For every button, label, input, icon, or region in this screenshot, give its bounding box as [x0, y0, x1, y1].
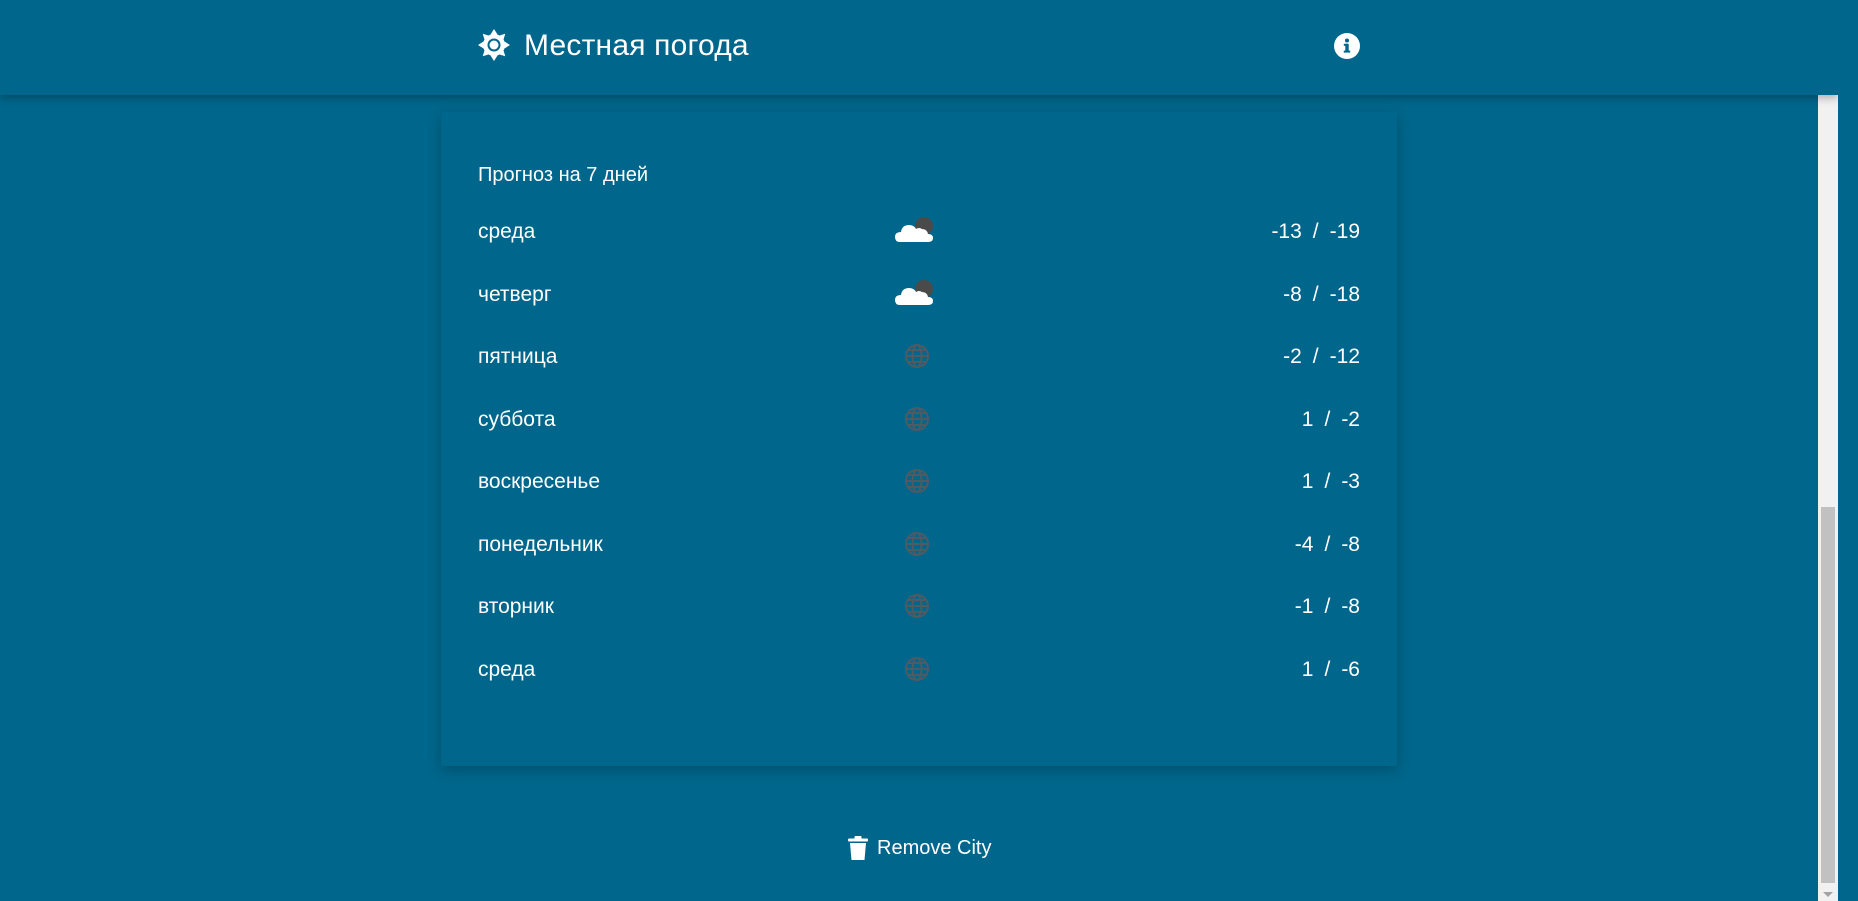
temp-high: -8 [1283, 282, 1302, 306]
forecast-row: среда 1 / -6 [478, 656, 1360, 719]
forecast-card: Прогноз на 7 дней среда -13 / -19 четверг -8 /… [441, 112, 1397, 766]
forecast-day-name: понедельник [478, 532, 603, 556]
forecast-temperatures: -4 / -8 [1295, 531, 1360, 559]
forecast-day-name: пятница [478, 345, 558, 368]
forecast-day-name: воскресенье [478, 470, 601, 493]
temp-low: -2 [1341, 407, 1360, 431]
forecast-row: пятница -2 / -12 [478, 343, 1360, 406]
sun-gear-icon [478, 29, 510, 61]
forecast-title: Прогноз на 7 дней [478, 164, 648, 186]
temp-separator: / [1324, 657, 1331, 681]
temp-separator: / [1324, 595, 1331, 618]
temp-low: -18 [1329, 282, 1360, 306]
globe-icon [905, 406, 929, 431]
cloud-night-icon [895, 279, 933, 305]
remove-city-label: Remove City [877, 837, 992, 859]
temp-high: 1 [1301, 407, 1314, 431]
temp-separator: / [1324, 470, 1331, 493]
temp-high: -4 [1294, 532, 1314, 556]
temp-low: -8 [1341, 532, 1360, 556]
forecast-day-name: вторник [478, 595, 554, 618]
temp-high: -13 [1271, 220, 1302, 243]
forecast-temperatures: 1 / -3 [1302, 468, 1360, 496]
remove-city-button[interactable]: Remove City [848, 834, 991, 862]
forecast-temperatures: -2 / -12 [1283, 343, 1360, 371]
forecast-day-name: суббота [478, 407, 556, 431]
temp-low: -12 [1329, 345, 1360, 368]
temp-low: -3 [1341, 470, 1360, 493]
globe-icon [905, 656, 929, 681]
header-inner: Местная погода [478, 0, 1360, 95]
app-header: Местная погода [0, 0, 1838, 95]
scrollbar-thumb[interactable] [1821, 507, 1835, 883]
temp-separator: / [1324, 407, 1331, 431]
globe-icon [905, 344, 929, 368]
globe-icon [905, 531, 929, 556]
temp-low: -6 [1341, 657, 1360, 681]
forecast-day-name: среда [478, 220, 536, 243]
forecast-row: понедельник -4 / -8 [478, 531, 1360, 594]
temp-low: -19 [1329, 220, 1360, 243]
trash-icon [848, 836, 868, 860]
forecast-day-name: среда [478, 657, 536, 681]
temp-separator: / [1312, 282, 1319, 306]
temp-high: -1 [1294, 595, 1314, 618]
temp-high: 1 [1301, 657, 1314, 681]
scroll-down-arrow-icon[interactable] [1823, 892, 1833, 897]
forecast-temperatures: 1 / -6 [1302, 656, 1360, 684]
forecast-row: воскресенье 1 / -3 [478, 468, 1360, 531]
globe-icon [905, 469, 929, 493]
forecast-day-name: четверг [478, 282, 552, 306]
forecast-temperatures: -8 / -18 [1283, 281, 1360, 309]
forecast-row: суббота 1 / -2 [478, 406, 1360, 469]
info-icon[interactable] [1334, 33, 1360, 59]
app-title: Местная погода [524, 29, 749, 62]
forecast-temperatures: -1 / -8 [1295, 593, 1360, 621]
temp-separator: / [1312, 345, 1319, 368]
forecast-row: вторник -1 / -8 [478, 593, 1360, 656]
temp-low: -8 [1341, 595, 1360, 618]
forecast-row: четверг -8 / -18 [478, 279, 1360, 344]
app-viewport: Местная погода Прогноз на 7 дней среда -1… [0, 0, 1838, 901]
cloud-night-icon [895, 217, 933, 242]
vertical-scrollbar[interactable] [1818, 0, 1838, 901]
temp-separator: / [1324, 532, 1331, 556]
forecast-row: среда -13 / -19 [478, 217, 1360, 281]
temp-high: 1 [1301, 470, 1314, 493]
forecast-temperatures: 1 / -2 [1302, 406, 1360, 434]
forecast-list: среда -13 / -19 четверг -8 / -18 пятница -2 / -12 су… [478, 217, 1360, 719]
temp-high: -2 [1283, 345, 1302, 368]
globe-icon [905, 594, 929, 618]
temp-separator: / [1312, 220, 1319, 243]
forecast-temperatures: -13 / -19 [1271, 218, 1360, 246]
